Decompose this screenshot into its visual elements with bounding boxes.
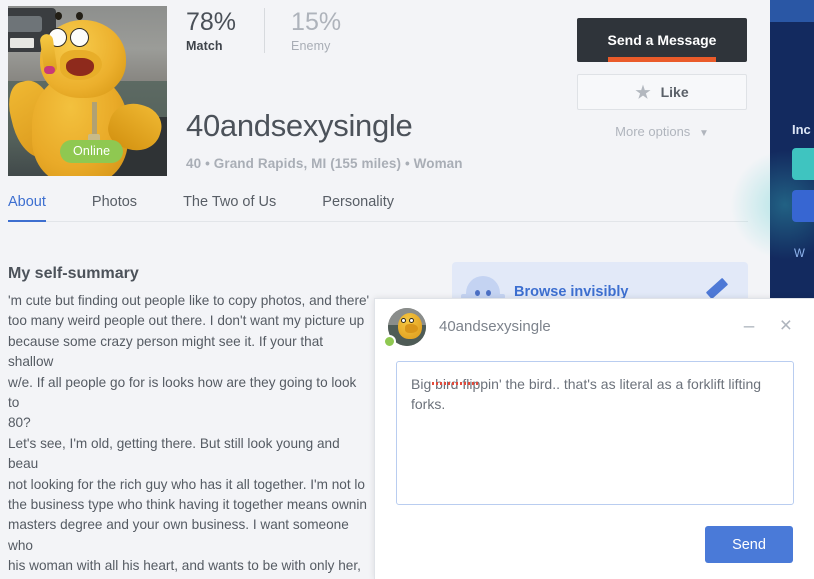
avatar-bird-eye-right bbox=[409, 318, 414, 323]
send-button[interactable]: Send bbox=[705, 526, 793, 563]
enemy-label: Enemy bbox=[291, 39, 331, 53]
profile-meta: 40 • Grand Rapids, MI (155 miles) • Woma… bbox=[186, 156, 463, 171]
like-button-label: Like bbox=[660, 84, 689, 100]
photo-license-plate bbox=[10, 38, 34, 48]
online-indicator-dot bbox=[383, 335, 396, 348]
incognito-eye-left bbox=[475, 290, 480, 296]
tab-about[interactable]: About bbox=[8, 194, 46, 222]
enemy-stat: 15% Enemy bbox=[291, 8, 341, 53]
match-stat: 78% Match bbox=[186, 8, 236, 53]
profile-tabs: About Photos The Two of Us Personality bbox=[8, 194, 748, 222]
ad-rail-headline: Inc bbox=[792, 122, 811, 137]
avatar-bird-beak bbox=[405, 324, 418, 333]
online-status-badge: Online bbox=[60, 140, 124, 163]
match-stats: 78% Match 15% Enemy bbox=[186, 8, 341, 53]
star-icon: ★ bbox=[635, 82, 651, 102]
message-input[interactable] bbox=[396, 361, 794, 505]
photo-bird-mouth bbox=[66, 58, 94, 76]
ad-rail-secondary-button[interactable] bbox=[792, 190, 814, 222]
photo-bird-pupil-left bbox=[55, 12, 62, 20]
profile-photo[interactable]: Online bbox=[8, 6, 167, 176]
photo-bird-pupil-right bbox=[76, 12, 83, 20]
photo-necklace-cord bbox=[92, 102, 97, 136]
section-heading: My self-summary bbox=[8, 265, 139, 282]
ad-rail-header-bar bbox=[770, 0, 814, 22]
chat-title: 40andsexysingle bbox=[439, 318, 551, 335]
close-icon[interactable]: × bbox=[780, 315, 792, 336]
photo-bird-nail bbox=[44, 66, 55, 74]
photo-bird-eye-right bbox=[70, 28, 89, 47]
tab-personality[interactable]: Personality bbox=[322, 194, 394, 221]
stats-divider bbox=[264, 8, 266, 53]
tab-photos[interactable]: Photos bbox=[92, 194, 137, 221]
page-title: 40andsexysingle bbox=[186, 108, 413, 143]
match-percentage: 78% bbox=[186, 8, 237, 36]
minimize-icon[interactable]: – bbox=[741, 317, 757, 336]
tab-the-two-of-us[interactable]: The Two of Us bbox=[183, 194, 276, 221]
send-message-button[interactable]: Send a Message bbox=[577, 18, 747, 62]
incognito-eye-right bbox=[486, 290, 491, 296]
photo-car-window bbox=[8, 16, 42, 32]
chat-window: 40andsexysingle – × Send bbox=[374, 298, 814, 579]
more-options-label: More options bbox=[615, 124, 691, 139]
app-root: Online 78% Match 15% Enemy 40andsexysing… bbox=[0, 0, 814, 579]
chat-header: 40andsexysingle – × bbox=[375, 299, 814, 355]
enemy-percentage: 15% bbox=[291, 8, 342, 36]
self-summary-text: 'm cute but finding out people like to c… bbox=[8, 293, 370, 579]
more-options-button[interactable]: More options ▼ bbox=[577, 124, 747, 139]
pencil-icon[interactable] bbox=[705, 277, 729, 300]
chevron-down-icon: ▼ bbox=[698, 128, 709, 139]
profile-actions: Send a Message ★ Like More options ▼ bbox=[577, 18, 747, 139]
avatar-bird-eye-left bbox=[401, 318, 406, 323]
like-button[interactable]: ★ Like bbox=[577, 74, 747, 110]
ad-rail-primary-button[interactable] bbox=[792, 148, 814, 180]
match-label: Match bbox=[186, 39, 223, 53]
ad-rail-link[interactable]: W bbox=[794, 248, 805, 260]
